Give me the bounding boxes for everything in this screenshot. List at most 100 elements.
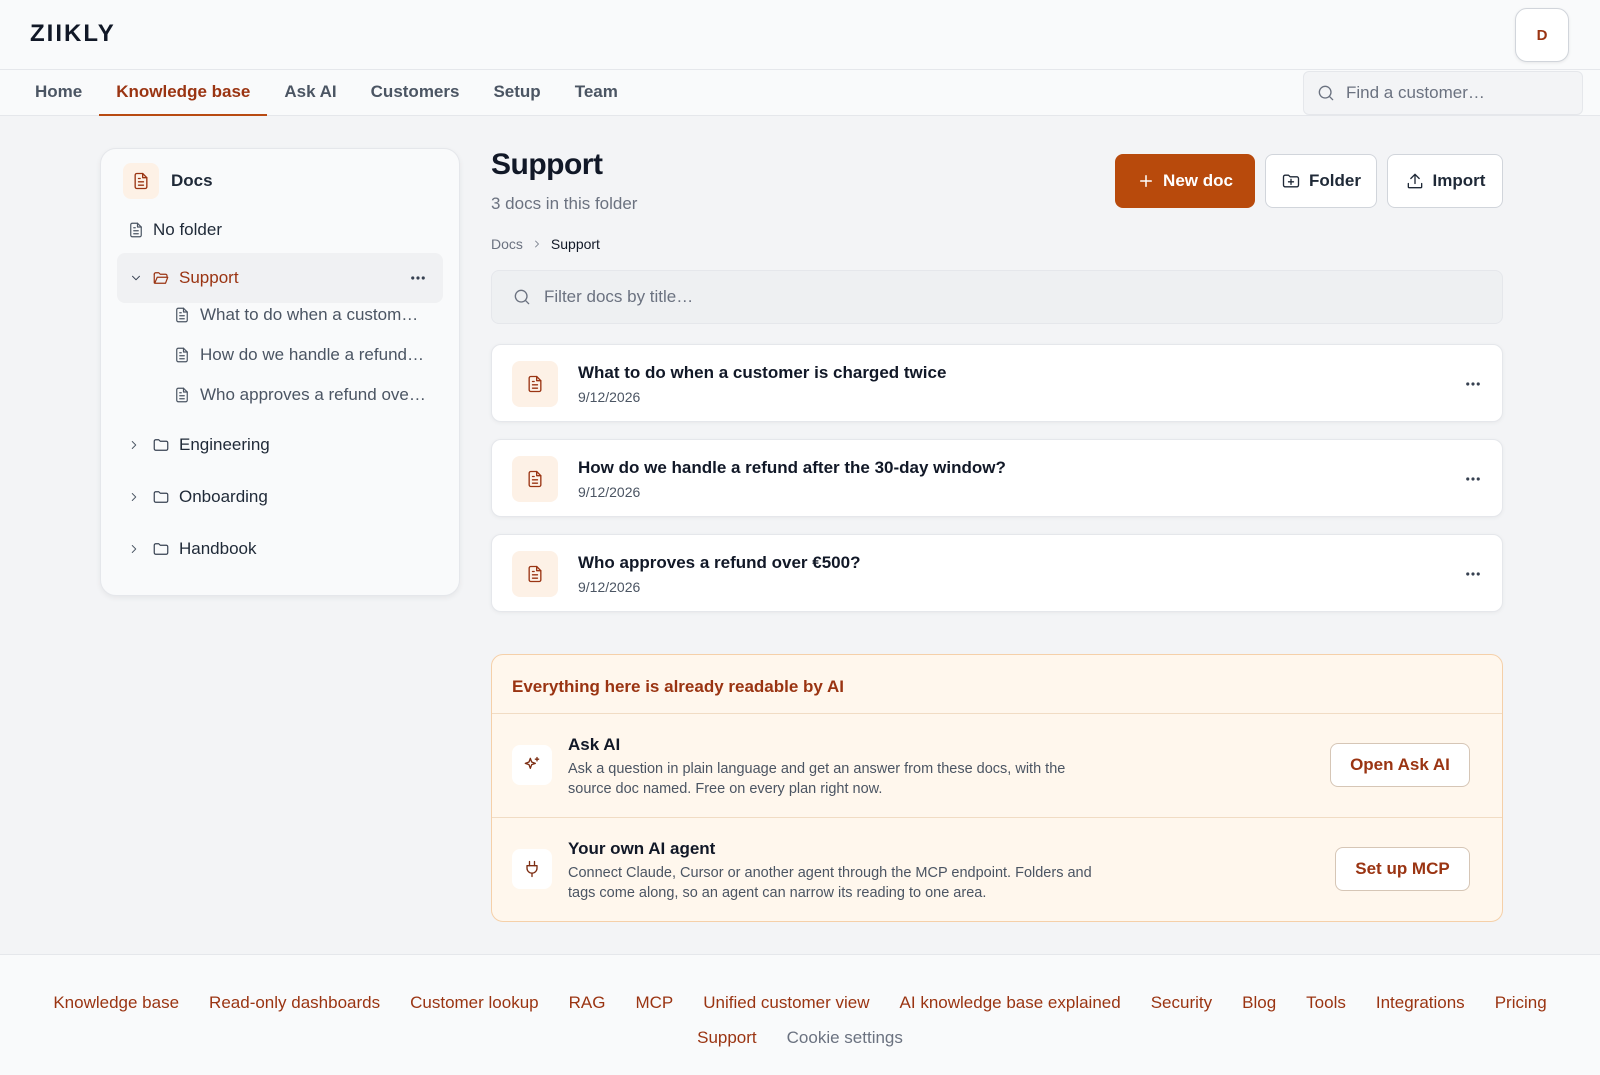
chevron-right-icon[interactable] — [127, 542, 141, 556]
more-horizontal-icon[interactable] — [1464, 470, 1482, 488]
chevron-right-icon[interactable] — [127, 490, 141, 504]
ai-readable-panel: Everything here is already readable by A… — [491, 654, 1503, 922]
document-icon — [123, 163, 159, 199]
chevron-right-icon — [531, 238, 543, 250]
ai-panel-heading: Everything here is already readable by A… — [512, 677, 844, 696]
footer-link-ai-knowledge-base-explained[interactable]: AI knowledge base explained — [900, 993, 1121, 1013]
chevron-down-icon[interactable] — [129, 271, 143, 285]
tab-customers[interactable]: Customers — [354, 70, 477, 116]
sidebar-doc-label: How do we handle a refund… — [200, 345, 424, 364]
sidebar-item-label: Docs — [171, 171, 213, 190]
document-icon — [512, 456, 558, 502]
new-doc-button[interactable]: New doc — [1115, 154, 1255, 208]
footer-link-tools[interactable]: Tools — [1306, 993, 1346, 1013]
sidebar-folder-handbook[interactable]: Handbook — [127, 532, 257, 566]
button-label: Import — [1432, 171, 1486, 190]
plus-icon — [1137, 172, 1155, 190]
doc-filter-box[interactable] — [491, 270, 1503, 324]
sidebar-doc-label: Who approves a refund ove… — [200, 385, 426, 404]
open-ask-ai-button[interactable]: Open Ask AI — [1330, 743, 1470, 787]
document-icon — [512, 551, 558, 597]
sidebar-doc-item[interactable]: How do we handle a refund… — [173, 340, 441, 370]
footer-link-mcp[interactable]: MCP — [635, 993, 673, 1013]
tab-knowledge-base[interactable]: Knowledge base — [99, 70, 268, 116]
tab-ask-ai[interactable]: Ask AI — [267, 70, 353, 116]
sidebar-item-no-folder[interactable]: No folder — [127, 215, 222, 245]
footer-links: Knowledge base Read-only dashboards Cust… — [0, 993, 1600, 1013]
sidebar-item-label: Handbook — [179, 539, 257, 558]
search-icon — [512, 287, 532, 307]
sparkle-icon — [512, 745, 552, 785]
footer-link-pricing[interactable]: Pricing — [1495, 993, 1547, 1013]
sidebar-doc-item[interactable]: Who approves a refund ove… — [173, 380, 441, 410]
sidebar-doc-item[interactable]: What to do when a custom… — [173, 300, 441, 330]
ai-row-title: Ask AI — [568, 735, 621, 754]
doc-filter-input[interactable] — [544, 287, 1444, 307]
document-icon — [127, 220, 145, 240]
footer-link-support[interactable]: Support — [697, 1028, 757, 1048]
set-up-mcp-button[interactable]: Set up MCP — [1335, 847, 1470, 891]
ai-row-description: Connect Claude, Cursor or another agent … — [568, 865, 1092, 901]
folder-icon — [151, 540, 171, 558]
footer-link-blog[interactable]: Blog — [1242, 993, 1276, 1013]
import-button[interactable]: Import — [1387, 154, 1503, 208]
user-avatar[interactable]: D — [1515, 8, 1569, 62]
doc-card[interactable]: What to do when a customer is charged tw… — [491, 344, 1503, 422]
doc-card[interactable]: How do we handle a refund after the 30-d… — [491, 439, 1503, 517]
chevron-right-icon[interactable] — [127, 438, 141, 452]
search-icon — [1316, 83, 1336, 103]
top-header: ZIIKLY D — [0, 0, 1600, 70]
divider — [492, 817, 1502, 818]
sidebar-folder-engineering[interactable]: Engineering — [127, 428, 270, 462]
divider — [492, 713, 1502, 714]
brand-logo[interactable]: ZIIKLY — [30, 20, 116, 48]
ai-row-description: Ask a question in plain language and get… — [568, 761, 1066, 797]
nav-tabs: Home Knowledge base Ask AI Customers Set… — [0, 70, 635, 116]
doc-title: How do we handle a refund after the 30-d… — [578, 458, 1006, 477]
footer-link-integrations[interactable]: Integrations — [1376, 993, 1465, 1013]
plug-icon — [512, 849, 552, 889]
document-icon — [512, 361, 558, 407]
customer-search-input[interactable] — [1346, 83, 1566, 103]
breadcrumb-docs[interactable]: Docs — [491, 236, 523, 252]
sidebar-doc-label: What to do when a custom… — [200, 305, 419, 324]
footer-link-rag[interactable]: RAG — [569, 993, 606, 1013]
docs-sidebar: Docs No folder Support What to do when a… — [100, 148, 460, 596]
sidebar-item-label: Engineering — [179, 435, 270, 454]
doc-title: Who approves a refund over €500? — [578, 553, 861, 572]
more-horizontal-icon[interactable] — [409, 269, 427, 287]
footer-link-unified-customer-view[interactable]: Unified customer view — [703, 993, 869, 1013]
document-icon — [173, 345, 191, 365]
ai-row-title: Your own AI agent — [568, 839, 716, 858]
sidebar-folder-support[interactable]: Support — [117, 253, 443, 303]
footer-link-customer-lookup[interactable]: Customer lookup — [410, 993, 539, 1013]
page-footer: Knowledge base Read-only dashboards Cust… — [0, 954, 1600, 1075]
sidebar-item-label: No folder — [153, 220, 222, 239]
folder-icon — [151, 436, 171, 454]
more-horizontal-icon[interactable] — [1464, 375, 1482, 393]
button-label: Folder — [1309, 171, 1361, 190]
tab-home[interactable]: Home — [18, 70, 99, 116]
breadcrumb-current: Support — [550, 236, 600, 252]
footer-link-security[interactable]: Security — [1151, 993, 1212, 1013]
tab-setup[interactable]: Setup — [476, 70, 557, 116]
folder-plus-icon — [1281, 171, 1301, 191]
footer-link-knowledge-base[interactable]: Knowledge base — [53, 993, 179, 1013]
sidebar-item-label: Support — [179, 268, 239, 287]
sidebar-item-docs[interactable]: Docs — [123, 163, 213, 199]
more-horizontal-icon[interactable] — [1464, 565, 1482, 583]
footer-link-read-only-dashboards[interactable]: Read-only dashboards — [209, 993, 380, 1013]
footer-link-cookie-settings[interactable]: Cookie settings — [787, 1028, 903, 1048]
doc-card[interactable]: Who approves a refund over €500? 9/12/20… — [491, 534, 1503, 612]
page-title: Support — [491, 148, 603, 181]
doc-date: 9/12/2026 — [578, 579, 641, 595]
customer-search-box[interactable] — [1303, 71, 1583, 115]
folder-open-icon — [151, 269, 171, 287]
sidebar-folder-onboarding[interactable]: Onboarding — [127, 480, 268, 514]
tab-team[interactable]: Team — [558, 70, 635, 116]
main-nav: Home Knowledge base Ask AI Customers Set… — [0, 70, 1600, 116]
upload-icon — [1405, 171, 1425, 191]
doc-date: 9/12/2026 — [578, 484, 641, 500]
breadcrumb: Docs Support — [491, 236, 600, 252]
new-folder-button[interactable]: Folder — [1265, 154, 1377, 208]
